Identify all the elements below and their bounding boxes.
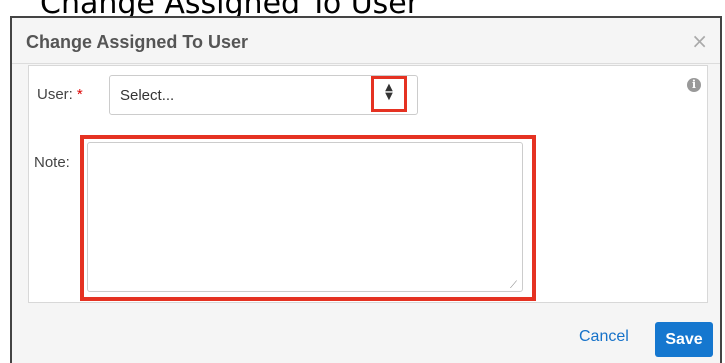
cancel-button[interactable]: Cancel xyxy=(579,328,629,346)
save-button[interactable]: Save xyxy=(655,322,713,357)
modal-header: Change Assigned To User × xyxy=(12,18,720,64)
note-label: Note: xyxy=(34,154,70,171)
select-arrows-icon: ▲ ▼ xyxy=(385,82,393,102)
modal-body: User: * Select... ▲ ▼ i Note: ⟋ xyxy=(28,65,708,303)
select-arrows-highlight[interactable]: ▲ ▼ xyxy=(371,76,407,112)
note-textarea[interactable] xyxy=(87,142,523,292)
change-assigned-user-modal: Change Assigned To User × User: * Select.… xyxy=(10,16,722,363)
info-icon[interactable]: i xyxy=(687,78,701,92)
close-icon[interactable]: × xyxy=(691,29,708,53)
user-label: User: * xyxy=(37,86,83,103)
user-label-text: User: xyxy=(37,86,73,103)
user-select-value: Select... xyxy=(120,87,175,104)
required-marker: * xyxy=(76,86,83,103)
modal-title: Change Assigned To User xyxy=(26,32,249,52)
resize-grip-icon[interactable]: ⟋ xyxy=(510,280,517,291)
